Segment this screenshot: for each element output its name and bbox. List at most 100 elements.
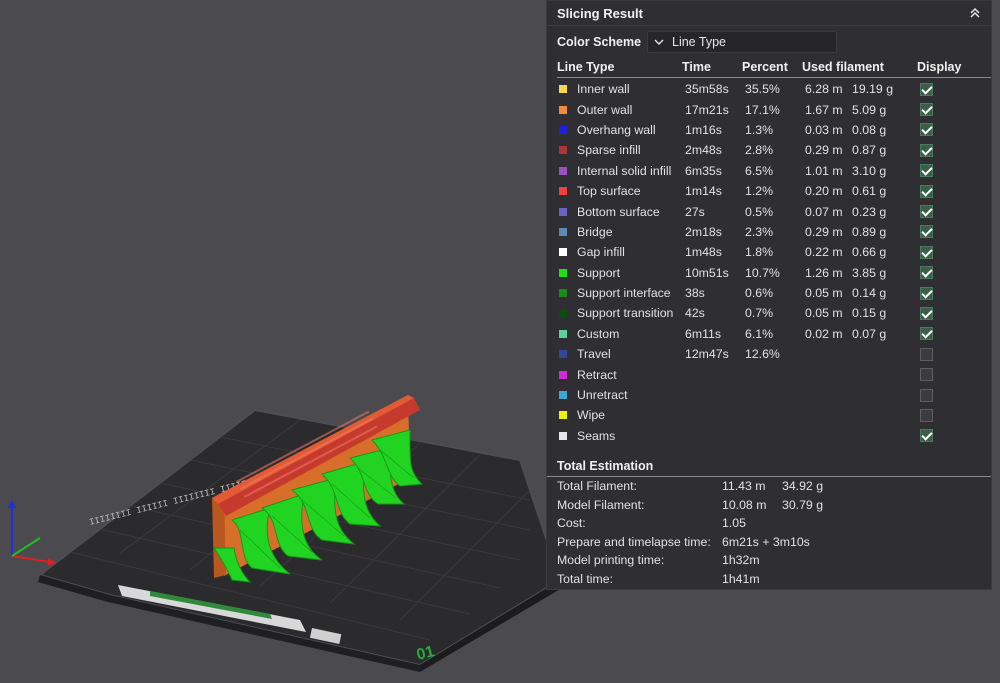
- color-swatch: [559, 166, 567, 175]
- line-type-row: Overhang wall 1m16s 1.3% 0.03 m 0.08 g: [547, 120, 991, 140]
- slicing-result-panel: Slicing Result Color Scheme Line Type Li…: [546, 0, 992, 590]
- line-type-time: 17m21s: [685, 102, 729, 117]
- display-checkbox[interactable]: [920, 388, 933, 402]
- line-type-length: 0.02 m: [805, 326, 843, 341]
- line-type-length: 0.22 m: [805, 245, 843, 260]
- display-checkbox[interactable]: [920, 164, 933, 178]
- display-checkbox[interactable]: [920, 123, 933, 137]
- line-type-row: Wipe: [547, 405, 991, 425]
- display-checkbox[interactable]: [920, 184, 933, 198]
- color-swatch: [559, 350, 567, 359]
- line-type-length: 1.01 m: [805, 163, 843, 178]
- line-type-time: 27s: [685, 204, 705, 219]
- line-type-name: Travel: [577, 347, 611, 362]
- display-checkbox[interactable]: [920, 205, 933, 219]
- line-type-length: 1.26 m: [805, 265, 843, 280]
- col-used-filament: Used filament: [802, 59, 884, 74]
- col-percent: Percent: [742, 59, 788, 74]
- line-type-length: 0.29 m: [805, 224, 843, 239]
- line-type-name: Seams: [577, 428, 616, 443]
- display-checkbox[interactable]: [920, 408, 933, 422]
- display-checkbox[interactable]: [920, 368, 933, 382]
- line-type-row: Inner wall 35m58s 35.5% 6.28 m 19.19 g: [547, 79, 991, 99]
- color-swatch: [559, 431, 567, 440]
- color-swatch: [559, 309, 567, 318]
- line-type-percent: 35.5%: [745, 82, 780, 97]
- total-label: Total Filament:: [557, 479, 637, 494]
- color-scheme-label: Color Scheme: [557, 35, 642, 49]
- line-type-weight: 3.10 g: [852, 163, 887, 178]
- line-type-percent: 6.5%: [745, 163, 774, 178]
- line-type-row: Bridge 2m18s 2.3% 0.29 m 0.89 g: [547, 222, 991, 242]
- color-swatch: [559, 105, 567, 114]
- total-row: Model Filament: 10.08 m 30.79 g: [547, 496, 991, 515]
- display-checkbox[interactable]: [920, 429, 933, 443]
- double-chevron-up-icon: [970, 7, 980, 18]
- line-type-weight: 0.61 g: [852, 184, 887, 199]
- color-scheme-select[interactable]: Line Type: [647, 31, 837, 53]
- display-checkbox[interactable]: [920, 266, 933, 280]
- display-checkbox[interactable]: [920, 143, 933, 157]
- collapse-button[interactable]: [967, 5, 983, 21]
- line-type-name: Gap infill: [577, 245, 625, 260]
- total-label: Prepare and timelapse time:: [557, 534, 711, 549]
- line-type-time: 6m11s: [685, 326, 721, 341]
- display-checkbox[interactable]: [920, 225, 933, 239]
- chevron-down-icon: [654, 39, 664, 45]
- color-swatch: [559, 329, 567, 338]
- line-type-name: Overhang wall: [577, 122, 656, 137]
- total-row: Total time: 1h41m: [547, 570, 991, 589]
- line-type-name: Bottom surface: [577, 204, 660, 219]
- line-type-row: Internal solid infill 6m35s 6.5% 1.01 m 3.10…: [547, 161, 991, 181]
- total-value-primary: 11.43 m: [722, 479, 766, 494]
- col-display: Display: [917, 59, 962, 74]
- line-type-time: 10m51s: [685, 265, 729, 280]
- line-type-length: 0.05 m: [805, 286, 843, 301]
- panel-title: Slicing Result: [557, 5, 643, 21]
- line-type-table-header: Line Type Time Percent Used filament Dis…: [557, 56, 991, 78]
- line-type-time: 1m14s: [685, 184, 722, 199]
- line-type-row: Custom 6m11s 6.1% 0.02 m 0.07 g: [547, 324, 991, 344]
- line-type-row: Outer wall 17m21s 17.1% 1.67 m 5.09 g: [547, 99, 991, 119]
- line-type-row: Gap infill 1m48s 1.8% 0.22 m 0.66 g: [547, 242, 991, 262]
- display-checkbox[interactable]: [920, 103, 933, 117]
- line-type-name: Unretract: [577, 388, 628, 403]
- line-type-row: Support transition 42s 0.7% 0.05 m 0.15 g: [547, 303, 991, 323]
- display-checkbox[interactable]: [920, 327, 933, 341]
- line-type-weight: 0.15 g: [852, 306, 887, 321]
- line-type-time: 2m48s: [685, 143, 722, 158]
- line-type-length: 0.20 m: [805, 184, 843, 199]
- display-checkbox[interactable]: [920, 286, 933, 300]
- color-swatch: [559, 370, 567, 379]
- display-checkbox[interactable]: [920, 306, 933, 320]
- line-type-name: Support interface: [577, 286, 671, 301]
- display-checkbox[interactable]: [920, 347, 933, 361]
- line-type-time: 1m48s: [685, 245, 722, 260]
- panel-header: Slicing Result: [547, 1, 991, 26]
- line-type-length: 0.03 m: [805, 122, 843, 137]
- col-line-type: Line Type: [557, 59, 615, 74]
- line-type-percent: 12.6%: [745, 347, 780, 362]
- line-type-time: 1m16s: [685, 122, 722, 137]
- line-type-percent: 2.8%: [745, 143, 774, 158]
- line-type-weight: 19.19 g: [852, 82, 894, 97]
- total-estimation-header: Total Estimation: [547, 455, 991, 478]
- line-type-name: Inner wall: [577, 82, 630, 97]
- line-type-name: Bridge: [577, 224, 613, 239]
- display-checkbox[interactable]: [920, 245, 933, 259]
- line-type-row: Travel 12m47s 12.6%: [547, 344, 991, 364]
- color-swatch: [559, 125, 567, 134]
- total-label: Model Filament:: [557, 497, 645, 512]
- line-type-name: Support: [577, 265, 621, 280]
- total-value-primary: 6m21s + 3m10s: [722, 534, 810, 549]
- line-type-weight: 0.08 g: [852, 122, 887, 137]
- col-time: Time: [682, 59, 711, 74]
- line-type-weight: 0.89 g: [852, 224, 887, 239]
- display-checkbox[interactable]: [920, 82, 933, 96]
- total-label: Cost:: [557, 516, 586, 531]
- color-swatch: [559, 411, 567, 420]
- total-label: Total time:: [557, 571, 614, 586]
- color-swatch: [559, 187, 567, 196]
- line-type-weight: 3.85 g: [852, 265, 887, 280]
- line-type-name: Wipe: [577, 408, 606, 423]
